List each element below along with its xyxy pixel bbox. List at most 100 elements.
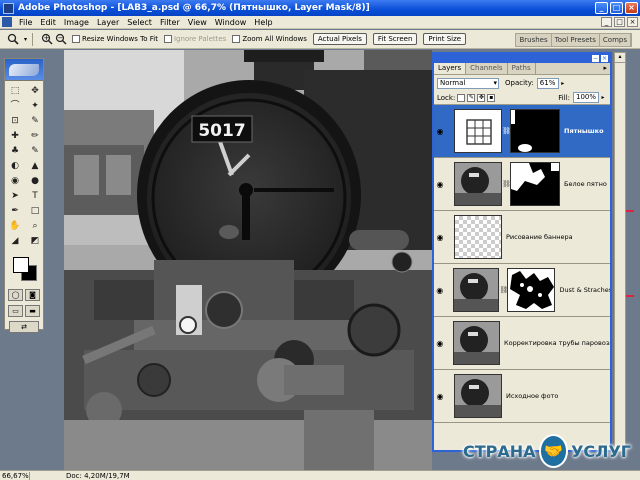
zoom-level[interactable]: 66,67% — [0, 471, 30, 480]
layer-row[interactable]: ◉ Рисование баннера — [434, 211, 610, 264]
adobe-online-icon[interactable] — [9, 63, 39, 76]
resize-windows-checkbox[interactable]: Resize Windows To Fit — [72, 35, 158, 43]
zoom-in-button[interactable]: + — [38, 33, 53, 45]
marquee-tool-icon[interactable]: ⬚ — [6, 84, 24, 98]
panel-close-icon[interactable]: × — [601, 55, 608, 62]
document-canvas[interactable]: 5017 — [64, 50, 432, 470]
layer-thumbnail[interactable] — [453, 268, 500, 312]
standard-screen-mode-button[interactable]: ▭ — [8, 305, 23, 317]
eyedropper-tool-icon[interactable]: ◩ — [26, 234, 44, 248]
menu-view[interactable]: View — [184, 18, 211, 27]
zoom-tool-icon[interactable]: ⌕ — [26, 219, 44, 233]
lock-position-icon[interactable]: ✥ — [477, 93, 486, 102]
close-button[interactable]: × — [625, 2, 638, 14]
mask-link-icon[interactable]: ⛓ — [502, 180, 511, 188]
palette-well-brushes-tab[interactable]: Brushes — [516, 34, 552, 46]
layer-mask-thumbnail[interactable] — [510, 109, 560, 153]
lasso-tool-icon[interactable]: ⌒ — [6, 99, 24, 113]
fill-field[interactable]: 100% — [573, 92, 599, 103]
palette-well-tool-presets-tab[interactable]: Tool Presets — [552, 34, 600, 46]
layer-row[interactable]: ◉ ⛓ Белое пятно — [434, 158, 610, 211]
history-brush-tool-icon[interactable]: ✎ — [26, 144, 44, 158]
quick-mask-mode-button[interactable]: ◙ — [25, 289, 40, 301]
paint-bucket-tool-icon[interactable]: ▲ — [26, 159, 44, 173]
menu-window[interactable]: Window — [211, 18, 251, 27]
lock-all-icon[interactable]: ▪ — [487, 93, 496, 102]
menu-help[interactable]: Help — [250, 18, 276, 27]
menu-filter[interactable]: Filter — [156, 18, 184, 27]
opacity-field[interactable]: 61% — [536, 77, 559, 89]
visibility-eye-icon[interactable]: ◉ — [434, 339, 446, 348]
layer-row[interactable]: ◉ ⛓ Пятнышко — [434, 105, 610, 158]
tab-paths[interactable]: Paths — [508, 63, 536, 74]
maximize-button[interactable]: □ — [610, 2, 623, 14]
zoom-tool-preset-icon[interactable] — [4, 32, 22, 46]
zoom-all-windows-checkbox[interactable]: Zoom All Windows — [232, 35, 307, 43]
standard-mode-button[interactable]: ◯ — [8, 289, 23, 301]
healing-brush-tool-icon[interactable]: ✚ — [6, 129, 24, 143]
palette-well-comps-tab[interactable]: Comps — [600, 34, 631, 46]
visibility-eye-icon[interactable]: ◉ — [434, 180, 446, 189]
layer-row[interactable]: ◉ Исходное фото — [434, 370, 610, 423]
doc-restore-button[interactable]: □ — [614, 17, 625, 27]
pen-tool-icon[interactable]: ✒ — [6, 204, 24, 218]
layer-thumbnail[interactable] — [454, 215, 502, 259]
fit-screen-button[interactable]: Fit Screen — [372, 33, 418, 45]
checkbox-box[interactable] — [72, 35, 81, 43]
menu-image[interactable]: Image — [60, 18, 93, 27]
jump-to-imageready-button[interactable]: ⇄ — [9, 321, 39, 333]
layer-mask-thumbnail[interactable] — [510, 162, 560, 206]
hand-tool-icon[interactable]: ✋ — [6, 219, 24, 233]
checkbox-box[interactable] — [232, 35, 241, 43]
layer-row[interactable]: ◉ ⛓ Dust & Straches — [434, 264, 610, 317]
visibility-eye-icon[interactable]: ◉ — [434, 286, 446, 295]
menu-edit[interactable]: Edit — [36, 18, 60, 27]
visibility-eye-icon[interactable]: ◉ — [434, 127, 446, 136]
layer-thumbnail[interactable] — [454, 162, 502, 206]
path-selection-tool-icon[interactable]: ➤ — [6, 189, 24, 203]
panel-minimize-icon[interactable]: − — [592, 55, 599, 62]
layers-panel-titlebar[interactable]: − × — [434, 54, 610, 63]
mask-link-icon[interactable]: ⛓ — [499, 286, 508, 294]
doc-close-button[interactable]: × — [627, 17, 638, 27]
mask-link-icon[interactable]: ⛓ — [502, 127, 511, 135]
blend-mode-select[interactable]: Normal — [437, 77, 499, 89]
clone-stamp-tool-icon[interactable]: ♣ — [6, 144, 24, 158]
menu-layer[interactable]: Layer — [93, 18, 123, 27]
toolbox-header[interactable] — [5, 59, 43, 81]
layer-thumbnail[interactable] — [454, 374, 502, 418]
tab-channels[interactable]: Channels — [466, 63, 508, 74]
foreground-color-swatch[interactable] — [13, 257, 29, 273]
menu-file[interactable]: File — [15, 18, 36, 27]
move-tool-icon[interactable]: ✥ — [26, 84, 44, 98]
lock-image-icon[interactable]: ✎ — [467, 93, 476, 102]
tab-layers[interactable]: Layers — [434, 63, 467, 74]
doc-minimize-button[interactable]: _ — [601, 17, 612, 27]
brush-tool-icon[interactable]: ✏ — [26, 129, 44, 143]
visibility-eye-icon[interactable]: ◉ — [434, 392, 446, 401]
actual-pixels-button[interactable]: Actual Pixels — [312, 33, 367, 45]
layer-mask-thumbnail[interactable] — [507, 268, 556, 312]
magic-wand-tool-icon[interactable]: ✦ — [26, 99, 44, 113]
layer-thumbnail[interactable] — [454, 109, 502, 153]
crop-tool-icon[interactable]: ⊡ — [6, 114, 24, 128]
type-tool-icon[interactable]: T — [26, 189, 44, 203]
print-size-button[interactable]: Print Size — [423, 33, 467, 45]
eraser-tool-icon[interactable]: ◐ — [6, 159, 24, 173]
visibility-eye-icon[interactable]: ◉ — [434, 233, 446, 242]
panel-menu-icon[interactable]: ▸ — [600, 63, 610, 74]
zoom-out-button[interactable]: − — [52, 33, 67, 45]
menu-select[interactable]: Select — [123, 18, 156, 27]
shape-tool-icon[interactable]: □ — [26, 204, 44, 218]
layer-thumbnail[interactable] — [453, 321, 501, 365]
minimize-button[interactable]: _ — [595, 2, 608, 14]
preset-dropdown-icon[interactable]: ▾ — [24, 36, 27, 43]
dodge-tool-icon[interactable]: ● — [26, 174, 44, 188]
full-screen-mode-button[interactable]: ▬ — [25, 305, 40, 317]
notes-tool-icon[interactable]: ◢ — [6, 234, 24, 248]
scroll-up-arrow-icon[interactable]: ▴ — [615, 53, 625, 63]
blur-tool-icon[interactable]: ◉ — [6, 174, 24, 188]
slice-tool-icon[interactable]: ✎ — [26, 114, 44, 128]
opacity-slider-arrow-icon[interactable]: ▸ — [559, 78, 567, 89]
layer-row[interactable]: ◉ Корректировка трубы паровоза — [434, 317, 610, 370]
